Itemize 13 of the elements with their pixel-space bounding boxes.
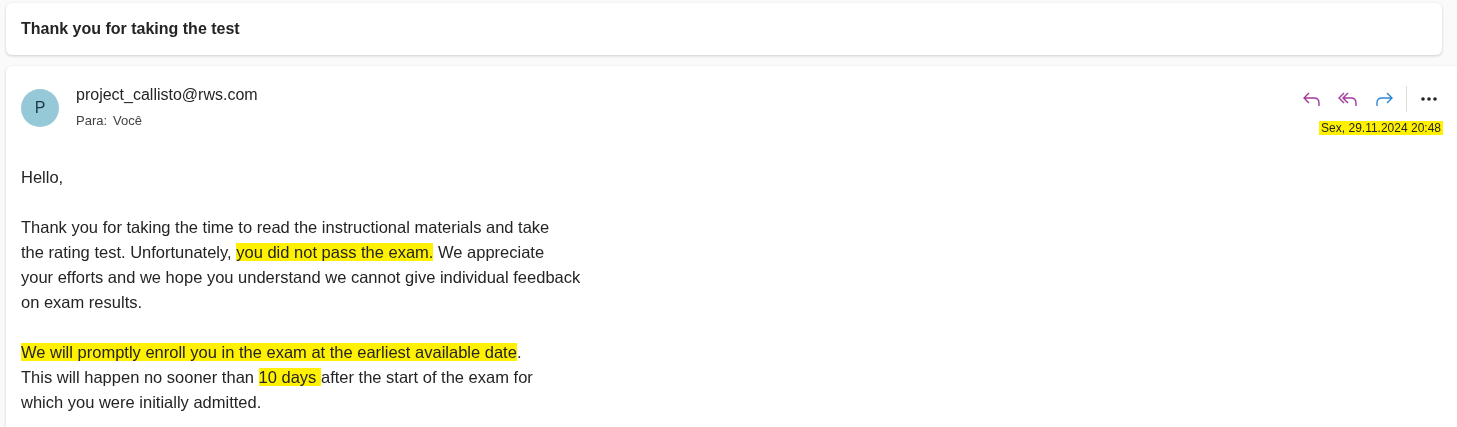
reply-all-icon [1338, 90, 1358, 108]
forward-icon [1374, 90, 1394, 108]
message-paragraph: Thank you for taking the time to read the instructional materials and take the rating test. Unfortunately, you did not pass the exam. We appreciate your efforts and we hope you understand we cannot give individual feedback on exam results. [21, 217, 582, 313]
to-label: Para: [76, 113, 108, 128]
message-paragraph: We will promptly enroll you in the exam at the earliest available date. This will happen no sooner than 10 days after the start of the exam for which you were initially admitted. [21, 342, 534, 413]
sender-address: project_callisto@rws.com [76, 86, 258, 104]
message-date: Sex, 29.11.2024 20:48 [1319, 121, 1443, 135]
more-icon [1419, 96, 1439, 102]
reply-icon [1302, 90, 1322, 108]
message-paragraph: Hello, [21, 167, 65, 188]
recipient-name: Você [113, 113, 142, 128]
sender-avatar: P [21, 89, 59, 127]
email-subject: Thank you for taking the test [21, 20, 240, 38]
